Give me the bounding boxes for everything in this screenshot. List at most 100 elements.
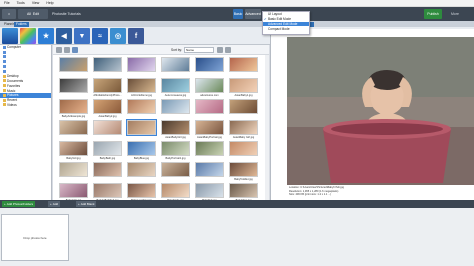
folder-icon — [3, 93, 6, 97]
thumbnail-image — [59, 120, 88, 135]
thumbnail-caption: BabyBlue.jpg — [133, 157, 150, 160]
tree-item-label: Recent — [7, 98, 18, 103]
add-blank-button[interactable]: + Add Blank — [76, 201, 97, 207]
thumbnail-caption: AsianBabyGirl.jpg — [165, 136, 186, 139]
up-folder-icon[interactable] — [56, 47, 62, 53]
tree-item-label: Favorites — [7, 83, 21, 88]
globe-tile[interactable]: ◎ — [110, 28, 126, 44]
menu-help[interactable]: Help — [46, 1, 53, 5]
thumbnail-image — [195, 78, 224, 93]
advanced-mode-button[interactable]: Advanced — [245, 9, 261, 19]
home-button[interactable]: ⌂ — [2, 9, 16, 19]
thumbnail-image — [93, 141, 122, 156]
tree-item-label: Desktop — [7, 74, 19, 79]
thumbnail-image — [127, 162, 156, 177]
plus-icon: + — [78, 202, 80, 206]
folder-icon — [3, 55, 6, 59]
folder-icon — [3, 79, 6, 83]
thumbnail-caption: AsianBaby1.jpg — [234, 94, 253, 97]
thumbnail-image — [195, 120, 224, 135]
folder-icon — [3, 103, 6, 107]
thumbnail-image — [229, 78, 258, 93]
thumbnail-image — [59, 141, 88, 156]
thumbnail-image — [161, 78, 190, 93]
thumbnail-image — [161, 183, 190, 198]
sort-direction-icon[interactable] — [217, 47, 223, 53]
all-label: All — [27, 12, 31, 16]
folder-icon — [3, 60, 6, 64]
add-button[interactable]: + Add — [48, 201, 61, 207]
publish-button[interactable]: Publish — [424, 9, 442, 19]
tree-item-label: Computer — [7, 45, 21, 50]
thumbnail-caption: BabyPortrait1.jpg — [165, 157, 186, 160]
thumbnail-image — [93, 99, 122, 114]
all-button[interactable]: All Edit — [18, 9, 48, 19]
thumbnail-image — [59, 57, 88, 72]
thumbnail-image — [93, 57, 122, 72]
fish-tile[interactable]: ≈ — [92, 28, 108, 44]
thumbnail-scrollbar[interactable] — [265, 55, 269, 200]
thumbnail-image — [126, 119, 157, 136]
menu-tools[interactable]: Tools — [17, 1, 25, 5]
thumbnail-image — [59, 78, 88, 93]
folder-icon — [3, 45, 6, 49]
storyboard-area: Drop photos here — [0, 208, 474, 266]
menu-item-compact-mode[interactable]: Compact Mode — [263, 26, 309, 31]
rainbow-tile[interactable] — [20, 28, 36, 44]
thumbnail-image — [229, 141, 258, 156]
thumbnail-caption: AsianBabyPortrait.jpg — [197, 136, 222, 139]
preview-image — [287, 37, 474, 185]
thumbnail-caption: advantures.com — [200, 94, 219, 97]
thumbnail-caption: AffordableFamilyPhoto... — [93, 94, 122, 97]
thumbnail-image — [161, 57, 190, 72]
arrow-down-tile[interactable]: ▼ — [74, 28, 90, 44]
thumbnail-image — [195, 183, 224, 198]
thumbnail-image — [127, 141, 156, 156]
thumbnail-image — [127, 57, 156, 72]
thumbnail-image — [161, 141, 190, 156]
thumbnail-image — [59, 183, 88, 198]
thumbnail-image — [195, 162, 224, 177]
tree-item-label: Pictures — [7, 93, 19, 98]
bottom-toolbar: + Add Photos/Folders + Add + Add Blank — [0, 200, 474, 208]
tree-item-label: Videos — [7, 102, 17, 107]
star-tile[interactable]: ★ — [38, 28, 54, 44]
menu-file[interactable]: File — [4, 1, 10, 5]
arrows-tile[interactable]: ◀ — [56, 28, 72, 44]
thumbnail-image — [93, 120, 122, 135]
facebook-tile[interactable]: f — [128, 28, 144, 44]
menu-view[interactable]: View — [32, 1, 40, 5]
thumbnail-caption: BabyToddler.jpg — [234, 178, 253, 181]
preview-info: Location: C:\Users\User\Pictures\BabyInT… — [289, 186, 344, 197]
mode-dropdown-menu: UI Layout Basic Edit Mode Advanced Edit … — [262, 11, 310, 35]
main-toolbar: ⌂ All Edit Photosite Tutorials Basic Adv… — [0, 7, 474, 21]
view-grid-icon[interactable] — [225, 47, 231, 53]
more-button[interactable]: More — [440, 9, 470, 19]
drop-zone[interactable]: Drop photos here — [1, 214, 69, 261]
select-all-icon[interactable] — [72, 47, 78, 53]
thumbnail-caption: AsianBaby2.jpg — [98, 115, 117, 118]
folder-icon — [3, 74, 6, 78]
gradient-tile[interactable] — [2, 28, 18, 44]
thumbnail-image — [229, 99, 258, 114]
thumbnail-panel: Sort by: Name AffordableFamilyPhoto... Ar… — [53, 45, 269, 240]
tree-item-label: Music — [7, 88, 16, 93]
thumbnail-caption: BabyGirl.jpg — [66, 157, 81, 160]
thumbnail-image — [229, 57, 258, 72]
basic-mode-button[interactable]: Basic — [233, 9, 243, 19]
sort-select[interactable]: Name — [184, 47, 214, 53]
tree-item[interactable]: Videos — [0, 103, 51, 108]
thumbnail-image — [229, 162, 258, 177]
thumbnail-image — [93, 183, 122, 198]
tutorials-link[interactable]: Photosite Tutorials — [52, 9, 102, 19]
thumbnail-image — [161, 120, 190, 135]
folder-icon — [3, 84, 6, 88]
thumbnail-image — [127, 78, 156, 93]
refresh-icon[interactable] — [64, 47, 70, 53]
folder-icon — [3, 50, 6, 54]
thumbnail-image — [59, 162, 88, 177]
plus-icon: + — [50, 202, 52, 206]
thumbnail-image — [161, 162, 190, 177]
add-photos-button[interactable]: + Add Photos/Folders — [2, 201, 36, 207]
folder-icon — [3, 89, 6, 93]
